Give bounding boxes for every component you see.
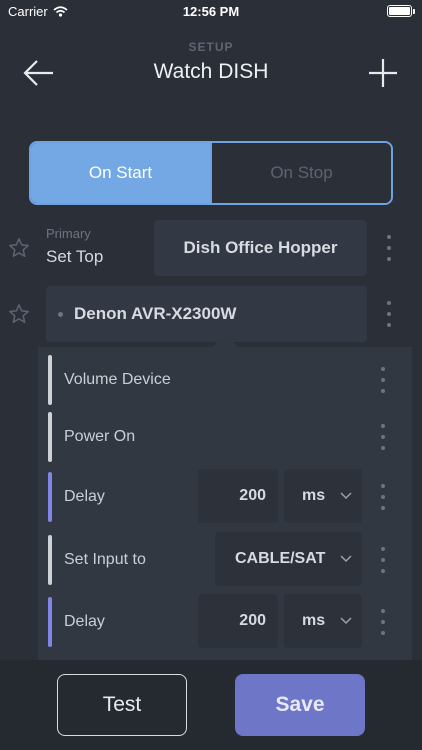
step-label: Power On <box>64 428 136 445</box>
more-options-icon[interactable] <box>385 301 393 327</box>
star-icon[interactable] <box>8 237 30 259</box>
more-options-icon[interactable] <box>379 609 387 635</box>
step-row: Power On <box>48 409 412 465</box>
delay-value-input[interactable]: 200 <box>198 469 278 523</box>
input-select[interactable]: CABLE/SAT <box>215 532 362 586</box>
delay-value-input[interactable]: 200 <box>198 594 278 648</box>
step-row: Delay 200 ms <box>48 594 412 650</box>
receiver-device-name: Denon AVR-X2300W <box>74 304 237 323</box>
status-bar: Carrier 12:56 PM <box>0 0 422 22</box>
step-drag-handle[interactable] <box>48 355 52 405</box>
step-label: Delay <box>64 613 105 630</box>
more-options-icon[interactable] <box>379 424 387 450</box>
step-label: Delay <box>64 488 105 505</box>
segment-on-stop[interactable]: On Stop <box>210 143 391 203</box>
star-icon[interactable] <box>8 303 30 325</box>
start-stop-segmented-control: On Start On Stop <box>29 141 393 205</box>
delay-unit-select[interactable]: ms <box>284 594 362 648</box>
device-steps-panel: Volume Device Power On Delay 200 ms Set … <box>38 347 412 667</box>
nav-bar: SETUP Watch DISH <box>0 30 422 100</box>
step-label: Set Input to <box>64 551 146 568</box>
more-options-icon[interactable] <box>379 547 387 573</box>
delay-unit-select[interactable]: ms <box>284 469 362 523</box>
segment-on-start[interactable]: On Start <box>31 143 210 203</box>
step-label: Volume Device <box>64 371 171 388</box>
chevron-down-icon <box>340 555 352 563</box>
bullet-dot <box>58 311 63 317</box>
status-time: 12:56 PM <box>182 4 240 19</box>
step-drag-handle[interactable] <box>48 412 52 462</box>
test-button[interactable]: Test <box>57 674 187 736</box>
step-drag-handle[interactable] <box>48 597 52 647</box>
plus-icon[interactable] <box>368 58 398 88</box>
more-options-icon[interactable] <box>379 367 387 393</box>
receiver-device[interactable]: Denon AVR-X2300W <box>46 286 367 342</box>
more-options-icon[interactable] <box>385 235 393 261</box>
step-row: Set Input to CABLE/SAT <box>48 532 412 588</box>
primary-label: Primary <box>46 226 91 241</box>
delay-unit-value: ms <box>302 612 326 629</box>
chevron-down-icon <box>340 492 352 500</box>
step-drag-handle[interactable] <box>48 472 52 522</box>
page-kicker: SETUP <box>188 40 234 54</box>
battery-icon <box>387 5 415 17</box>
chevron-down-icon <box>340 617 352 625</box>
step-row: Volume Device <box>48 352 412 408</box>
page-title: Watch DISH <box>153 60 269 83</box>
delay-unit-value: ms <box>302 487 326 504</box>
device-type-label: Set Top <box>46 247 104 266</box>
input-select-value: CABLE/SAT <box>235 550 326 567</box>
step-row: Delay 200 ms <box>48 469 412 525</box>
more-options-icon[interactable] <box>379 484 387 510</box>
step-drag-handle[interactable] <box>48 535 52 585</box>
save-button[interactable]: Save <box>235 674 365 736</box>
primary-device-name[interactable]: Dish Office Hopper <box>154 220 367 276</box>
